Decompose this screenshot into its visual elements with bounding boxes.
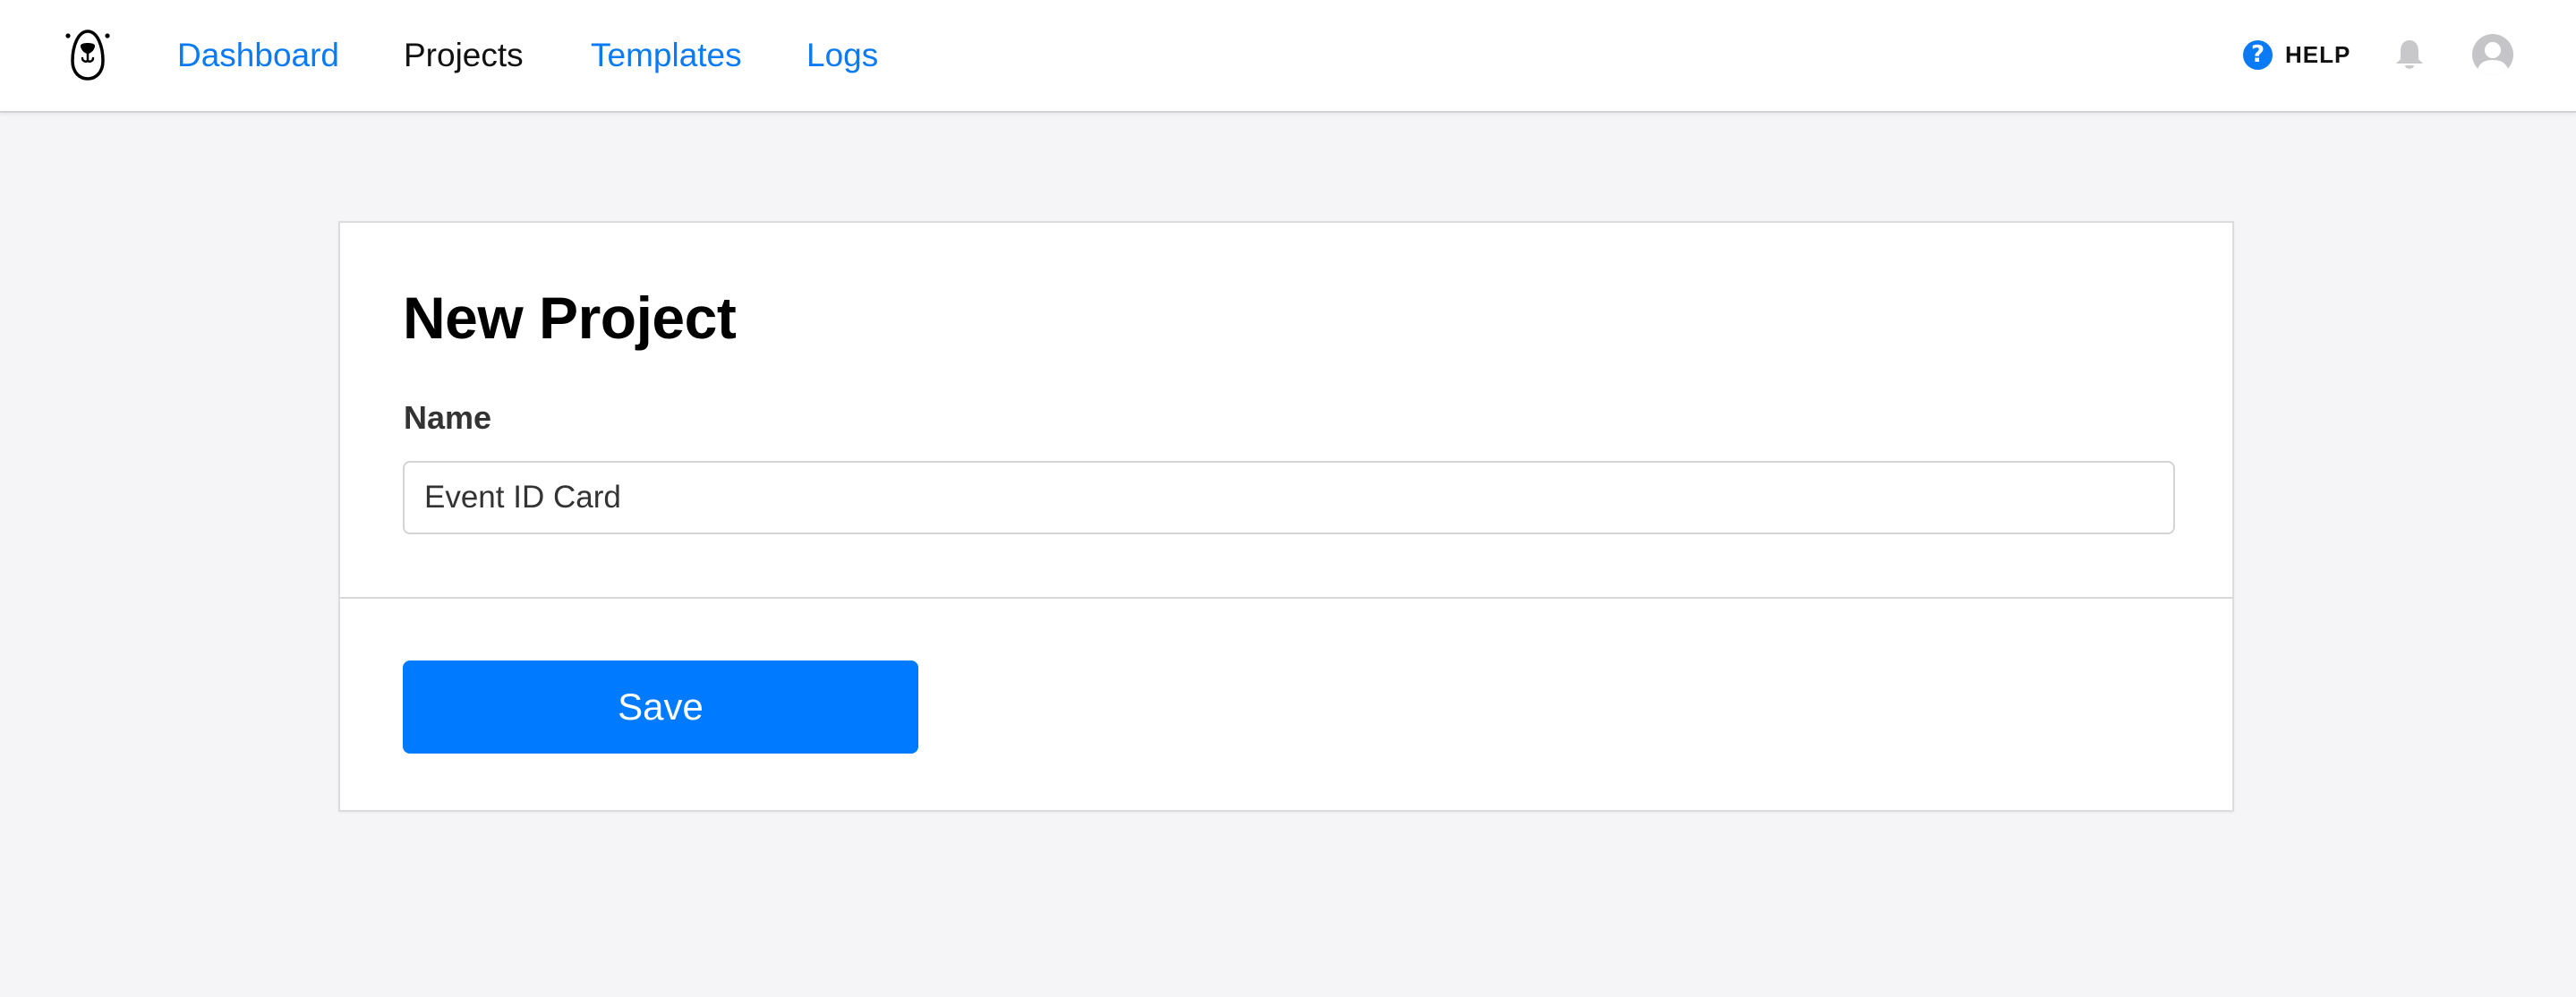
nav-dashboard[interactable]: Dashboard xyxy=(177,34,339,77)
save-button[interactable]: Save xyxy=(403,660,918,754)
bell-icon[interactable] xyxy=(2393,38,2426,72)
question-circle-icon: ? xyxy=(2243,39,2273,70)
nav-logs[interactable]: Logs xyxy=(806,34,878,77)
nav-templates[interactable]: Templates xyxy=(591,34,742,77)
name-label: Name xyxy=(404,399,492,436)
bear-logo-icon[interactable] xyxy=(63,27,113,82)
help-label: HELP xyxy=(2285,40,2351,68)
nav-projects[interactable]: Projects xyxy=(404,34,524,77)
help-button[interactable]: ? HELP xyxy=(2243,39,2350,70)
new-project-card: New Project Name Save xyxy=(338,221,2234,812)
user-avatar-icon[interactable] xyxy=(2471,33,2514,76)
project-name-input[interactable] xyxy=(403,461,2175,534)
top-nav-bar: Dashboard Projects Templates Logs ? HELP xyxy=(0,0,2576,113)
section-divider xyxy=(340,597,2232,599)
page-title: New Project xyxy=(403,285,737,351)
